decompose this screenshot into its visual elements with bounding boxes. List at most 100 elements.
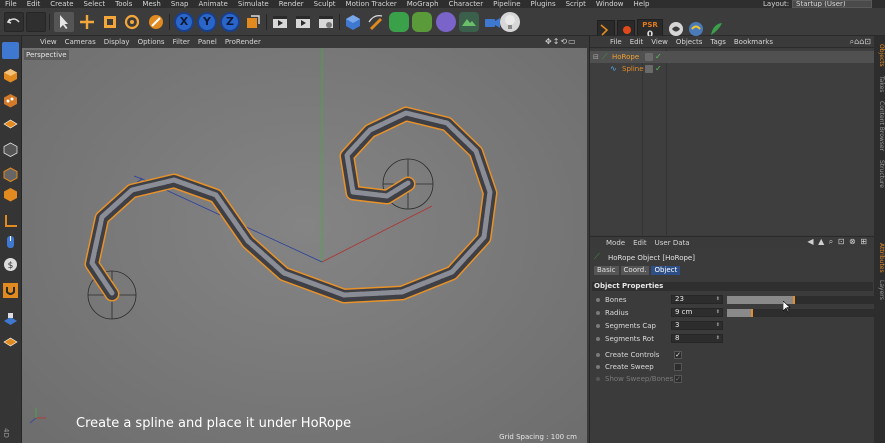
- light-bulb-icon[interactable]: [500, 12, 520, 32]
- visibility-check-icon[interactable]: ✓: [655, 51, 662, 63]
- am-toolbar-icons[interactable]: ◀ ▲ ⌕ ⊡ ⊗ ⊞: [807, 237, 868, 247]
- viewport-menu-prorender[interactable]: ProRender: [221, 36, 265, 48]
- slider-handle[interactable]: [751, 309, 754, 317]
- menu-script[interactable]: Script: [561, 0, 591, 8]
- menu-motion-tracker[interactable]: Motion Tracker: [341, 0, 402, 8]
- recent-tools-icon[interactable]: [146, 12, 166, 32]
- spinner-icon[interactable]: ⬍: [716, 322, 720, 329]
- menu-mograph[interactable]: MoGraph: [402, 0, 444, 8]
- menu-create[interactable]: Create: [45, 0, 78, 8]
- environment-icon[interactable]: [459, 12, 479, 32]
- menu-select[interactable]: Select: [79, 0, 111, 8]
- menu-snap[interactable]: Snap: [166, 0, 194, 8]
- menu-simulate[interactable]: Simulate: [233, 0, 274, 8]
- object-name[interactable]: Spline: [622, 63, 644, 75]
- texture-mode-icon[interactable]: [2, 92, 19, 109]
- om-menu-file[interactable]: File: [590, 36, 626, 47]
- points-mode-icon[interactable]: [2, 141, 19, 158]
- segments-cap-input[interactable]: 3 ⬍: [671, 321, 723, 330]
- perspective-viewport[interactable]: Perspective Grid Spacing: 100 cm: [22, 48, 587, 443]
- menu-plugins[interactable]: Plugins: [526, 0, 561, 8]
- object-manager-list[interactable]: ⊟ ⟋ HoRope ✓ ∿ Spline ✓: [590, 49, 875, 235]
- radius-slider[interactable]: [727, 309, 875, 317]
- vtab-structure[interactable]: Structure: [874, 156, 885, 192]
- vtab-objects[interactable]: Objects: [874, 40, 885, 70]
- bones-slider[interactable]: [727, 296, 875, 304]
- planar-workplane-icon[interactable]: [2, 332, 19, 349]
- slider-handle[interactable]: [792, 296, 795, 304]
- cube-object-icon[interactable]: [343, 12, 363, 32]
- camera-icon[interactable]: [482, 12, 502, 32]
- spinner-icon[interactable]: ⬍: [716, 335, 720, 342]
- menu-render[interactable]: Render: [274, 0, 309, 8]
- render-to-picture-viewer-icon[interactable]: [293, 12, 313, 32]
- tab-object[interactable]: Object: [651, 266, 681, 275]
- menu-file[interactable]: File: [0, 0, 22, 8]
- layer-flag-icon[interactable]: [645, 53, 653, 61]
- am-menu-mode[interactable]: Mode: [590, 237, 629, 248]
- menu-help[interactable]: Help: [629, 0, 655, 8]
- deformer-icon[interactable]: [436, 12, 456, 32]
- menu-animate[interactable]: Animate: [193, 0, 232, 8]
- axis-mode-icon[interactable]: [2, 212, 19, 229]
- snapping-icon[interactable]: $: [2, 256, 19, 273]
- lock-workplane-icon[interactable]: [2, 311, 19, 328]
- tab-coord[interactable]: Coord.: [620, 266, 650, 275]
- animate-dot-icon[interactable]: [596, 353, 600, 357]
- radius-input[interactable]: 9 cm ⬍: [671, 308, 723, 317]
- workplane-mode-icon[interactable]: [2, 116, 19, 133]
- menu-mesh[interactable]: Mesh: [137, 0, 165, 8]
- select-arrow-icon[interactable]: [54, 12, 74, 32]
- undo-icon[interactable]: [4, 12, 24, 32]
- viewport-menu-display[interactable]: Display: [100, 36, 134, 48]
- animate-dot-icon[interactable]: [596, 324, 600, 328]
- pen-spline-icon[interactable]: [366, 12, 386, 32]
- model-mode-icon[interactable]: [2, 67, 19, 84]
- om-menu-objects[interactable]: Objects: [672, 36, 706, 47]
- am-menu-user-data[interactable]: User Data: [651, 237, 694, 248]
- viewport-menu-filter[interactable]: Filter: [169, 36, 194, 48]
- expand-collapse-icon[interactable]: ⊟: [593, 51, 599, 63]
- redo-icon[interactable]: [26, 12, 46, 32]
- render-settings-icon[interactable]: [316, 12, 336, 32]
- spinner-icon[interactable]: ⬍: [716, 296, 720, 303]
- rotate-icon[interactable]: [122, 12, 142, 32]
- magnet-icon[interactable]: [2, 282, 19, 299]
- viewport-navigation-icons[interactable]: ✥↕⟲▭: [545, 37, 577, 46]
- object-row-spline[interactable]: ∿ Spline ✓: [590, 63, 875, 75]
- create-sweep-checkbox[interactable]: [674, 363, 682, 371]
- vtab-layers[interactable]: Layers: [874, 278, 885, 302]
- om-menu-edit[interactable]: Edit: [626, 36, 648, 47]
- animate-dot-icon[interactable]: [596, 337, 600, 341]
- menu-tools[interactable]: Tools: [110, 0, 137, 8]
- create-controls-checkbox[interactable]: ✓: [674, 351, 682, 359]
- visibility-check-icon[interactable]: ✓: [655, 63, 662, 75]
- vtab-takes[interactable]: Takes: [874, 72, 885, 96]
- menu-character[interactable]: Character: [444, 0, 489, 8]
- am-menu-edit[interactable]: Edit: [629, 237, 651, 248]
- animate-dot-icon[interactable]: [596, 311, 600, 315]
- bones-input[interactable]: 23 ⬍: [671, 295, 723, 304]
- subdivision-surface-icon[interactable]: [389, 12, 409, 32]
- edges-mode-icon[interactable]: [2, 166, 19, 183]
- animate-dot-icon[interactable]: [596, 298, 600, 302]
- om-menu-view[interactable]: View: [647, 36, 672, 47]
- coordinate-system-icon[interactable]: [243, 12, 263, 32]
- viewport-menu-view[interactable]: View: [22, 36, 61, 48]
- segments-rot-input[interactable]: 8 ⬍: [671, 334, 723, 343]
- om-menu-bookmarks[interactable]: Bookmarks: [730, 36, 777, 47]
- cloner-icon[interactable]: [412, 12, 432, 32]
- scale-icon[interactable]: [100, 12, 120, 32]
- viewport-menu-cameras[interactable]: Cameras: [61, 36, 100, 48]
- menu-pipeline[interactable]: Pipeline: [488, 0, 525, 8]
- y-axis-lock-button[interactable]: Y: [197, 12, 217, 32]
- move-icon[interactable]: [77, 12, 97, 32]
- make-editable-icon[interactable]: [2, 42, 19, 59]
- tweak-mode-icon[interactable]: [2, 234, 19, 251]
- object-row-horope[interactable]: ⊟ ⟋ HoRope ✓: [590, 51, 875, 63]
- menu-window[interactable]: Window: [591, 0, 629, 8]
- om-menu-tags[interactable]: Tags: [706, 36, 730, 47]
- layer-flag-icon[interactable]: [645, 65, 653, 73]
- spinner-icon[interactable]: ⬍: [716, 309, 720, 316]
- z-axis-lock-button[interactable]: Z: [220, 12, 240, 32]
